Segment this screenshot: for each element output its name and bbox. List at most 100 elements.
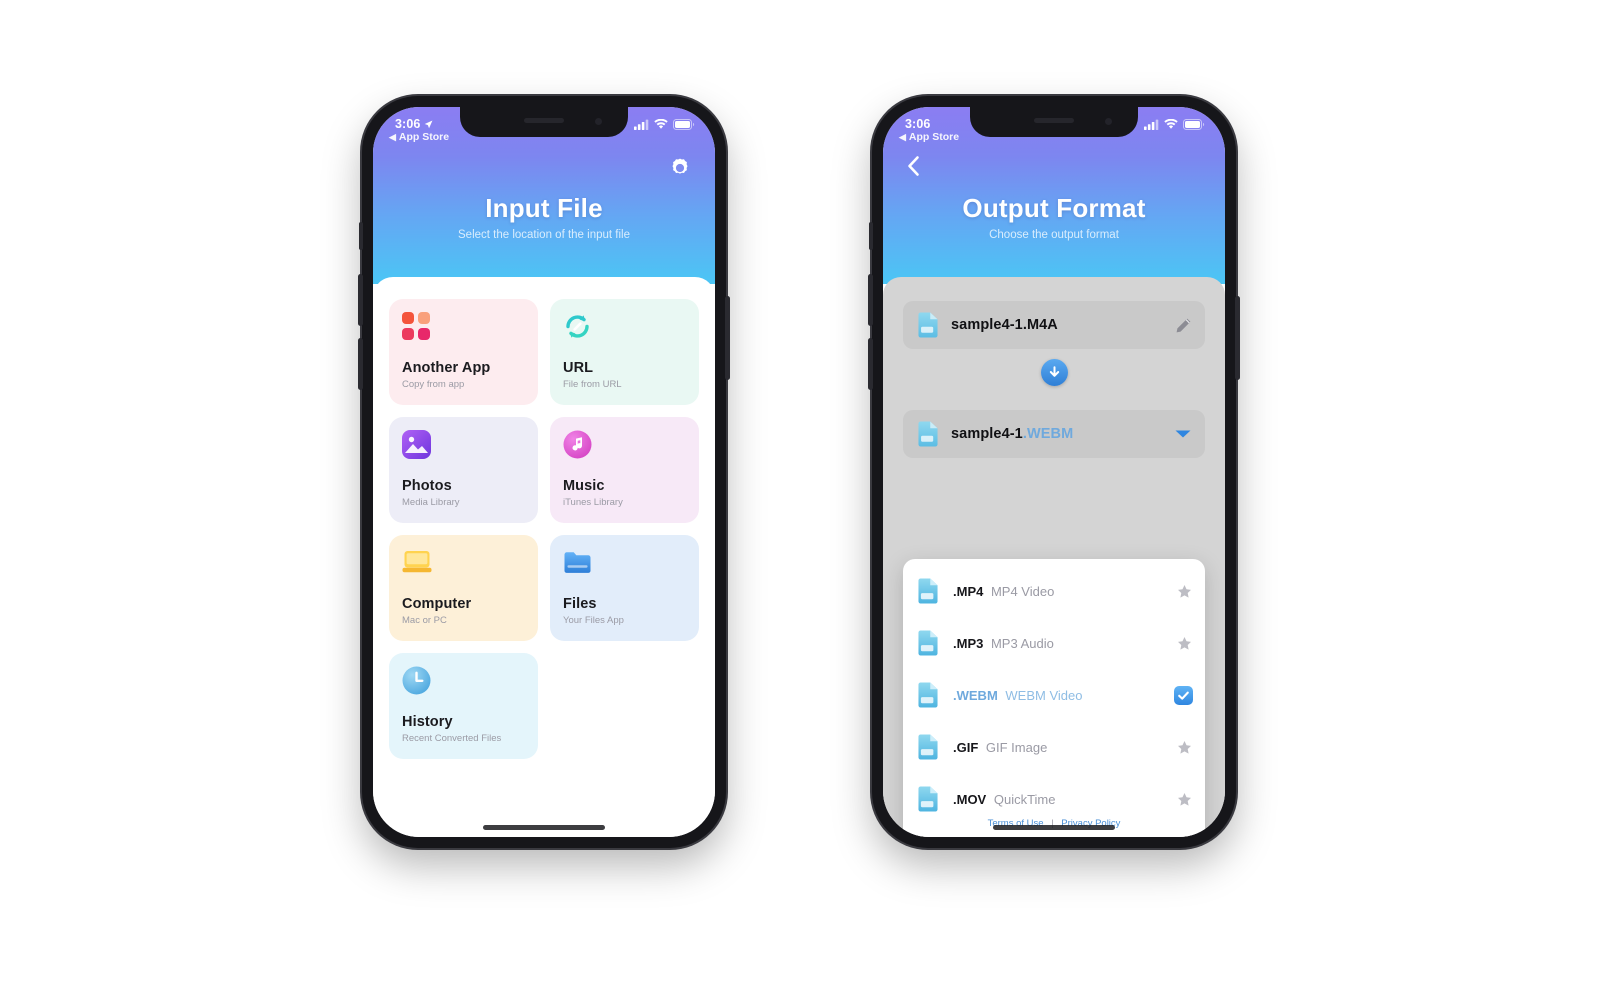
star-icon (1177, 636, 1191, 650)
format-option-desc: MP4 Video (990, 583, 1055, 599)
settings-button[interactable] (665, 153, 695, 183)
power-button[interactable] (725, 296, 730, 380)
format-option-labels: .MP4 MP4 Video (953, 584, 1175, 599)
format-option-ext: .MP3 (953, 635, 984, 651)
source-card-computer[interactable]: Computer Mac or PC (389, 535, 538, 641)
source-card-another-app[interactable]: Another App Copy from app (389, 299, 538, 405)
music-note-icon (563, 430, 593, 460)
download-arrow-icon (1049, 366, 1059, 377)
output-file-ext: .WEBM (1022, 426, 1074, 442)
source-card-subtitle: Mac or PC (402, 615, 447, 626)
favorite-star-button[interactable] (1175, 790, 1193, 808)
front-camera (1105, 118, 1112, 125)
source-card-subtitle: Copy from app (402, 379, 465, 390)
silent-switch[interactable] (869, 222, 873, 250)
status-bar-right (1144, 118, 1205, 130)
mp4-file-icon (918, 578, 938, 604)
output-file-row[interactable]: sample4-1.WEBM (903, 410, 1205, 458)
return-app-label: App Store (398, 131, 450, 143)
status-bar-right (634, 118, 695, 130)
favorite-star-button[interactable] (1175, 582, 1193, 600)
volume-up-button[interactable] (358, 274, 363, 326)
gif-file-icon (918, 734, 938, 760)
earpiece-speaker (524, 118, 564, 123)
source-card-title: Photos (402, 478, 452, 494)
format-option-ext: .WEBM (953, 687, 998, 703)
mov-file-icon (918, 786, 938, 812)
screenshot-canvas: 3:06 ◀ App Store Input File Select the l… (0, 0, 1600, 1000)
format-option-desc: WEBM Video (1005, 687, 1083, 703)
wifi-icon (654, 118, 668, 129)
home-indicator[interactable] (993, 825, 1115, 830)
notch (460, 107, 628, 137)
source-card-title: History (402, 714, 453, 730)
return-to-app-store-link[interactable]: ◀ App Store (899, 131, 959, 143)
output-file-base: sample4-1 (951, 426, 1023, 442)
folder-icon (563, 548, 593, 578)
content-sheet-left: Another App Copy from app URL File from … (373, 277, 715, 837)
source-card-history[interactable]: History Recent Converted Files (389, 653, 538, 759)
input-file-row[interactable]: sample4-1.M4A (903, 301, 1205, 349)
source-card-title: Another App (402, 360, 491, 376)
back-chevron-glyph: ◀ (389, 131, 396, 142)
status-bar-left: 3:06 (905, 117, 930, 131)
page-subtitle: Choose the output format (989, 229, 1119, 241)
convert-direction-button[interactable] (1040, 359, 1068, 386)
format-dropdown-menu[interactable]: .MP4 MP4 Video .MP3 MP3 Audio .WEBM WEBM… (903, 559, 1205, 837)
source-card-title: Computer (402, 596, 472, 612)
pencil-edit-icon (1176, 318, 1190, 332)
output-file-name: sample4-1.WEBM (951, 426, 1073, 442)
status-time: 3:06 (905, 117, 931, 131)
phone-right-output-format: 3:06 ◀ App Store Output Format Choose th… (868, 96, 1240, 848)
checkbox-checked-icon[interactable] (1174, 685, 1193, 705)
mp3-file-icon (918, 630, 938, 656)
source-card-subtitle: iTunes Library (563, 497, 623, 508)
computer-icon (402, 548, 432, 578)
volume-down-button[interactable] (358, 338, 363, 390)
format-option-webm[interactable]: .WEBM WEBM Video (903, 669, 1205, 721)
screen-left: 3:06 ◀ App Store Input File Select the l… (373, 107, 715, 837)
volume-down-button[interactable] (868, 338, 873, 390)
clock-icon (402, 666, 432, 696)
check-glyph-icon (1178, 691, 1189, 700)
source-card-url[interactable]: URL File from URL (550, 299, 699, 405)
silent-switch[interactable] (359, 222, 363, 250)
screen-right: 3:06 ◀ App Store Output Format Choose th… (883, 107, 1225, 837)
earpiece-speaker (1034, 118, 1074, 123)
return-to-app-store-link[interactable]: ◀ App Store (389, 131, 449, 143)
webm-file-icon (918, 421, 938, 447)
notch (970, 107, 1138, 137)
home-indicator[interactable] (483, 825, 605, 830)
source-card-photos[interactable]: Photos Media Library (389, 417, 538, 523)
format-option-desc: QuickTime (993, 791, 1056, 807)
format-option-mp3[interactable]: .MP3 MP3 Audio (903, 617, 1205, 669)
source-card-music[interactable]: Music iTunes Library (550, 417, 699, 523)
page-subtitle: Select the location of the input file (458, 229, 630, 241)
format-option-mp4[interactable]: .MP4 MP4 Video (903, 565, 1205, 617)
format-option-gif[interactable]: .GIF GIF Image (903, 721, 1205, 773)
front-camera (595, 118, 602, 125)
open-format-dropdown-button[interactable] (1173, 424, 1193, 444)
battery-icon (673, 118, 695, 130)
star-icon (1177, 740, 1191, 754)
chevron-down-icon (1175, 430, 1191, 438)
cellular-signal-icon (634, 119, 649, 130)
format-option-labels: .MP3 MP3 Audio (953, 636, 1175, 651)
source-card-files[interactable]: Files Your Files App (550, 535, 699, 641)
star-icon (1177, 584, 1191, 598)
rename-file-button[interactable] (1173, 315, 1193, 335)
webm-file-icon (918, 682, 938, 708)
volume-up-button[interactable] (868, 274, 873, 326)
format-option-desc: GIF Image (985, 739, 1048, 755)
photos-icon (402, 430, 432, 460)
source-card-subtitle: File from URL (563, 379, 622, 390)
source-card-subtitle: Recent Converted Files (402, 733, 502, 744)
power-button[interactable] (1235, 296, 1240, 380)
favorite-star-button[interactable] (1175, 738, 1193, 756)
m4a-file-icon (918, 312, 938, 338)
content-sheet-right: sample4-1.M4A sample4-1.WEBM .MP4 MP4 Vi… (883, 277, 1225, 837)
back-button[interactable] (899, 151, 929, 181)
favorite-star-button[interactable] (1175, 634, 1193, 652)
input-file-name: sample4-1.M4A (951, 317, 1058, 333)
battery-icon (1183, 118, 1205, 130)
